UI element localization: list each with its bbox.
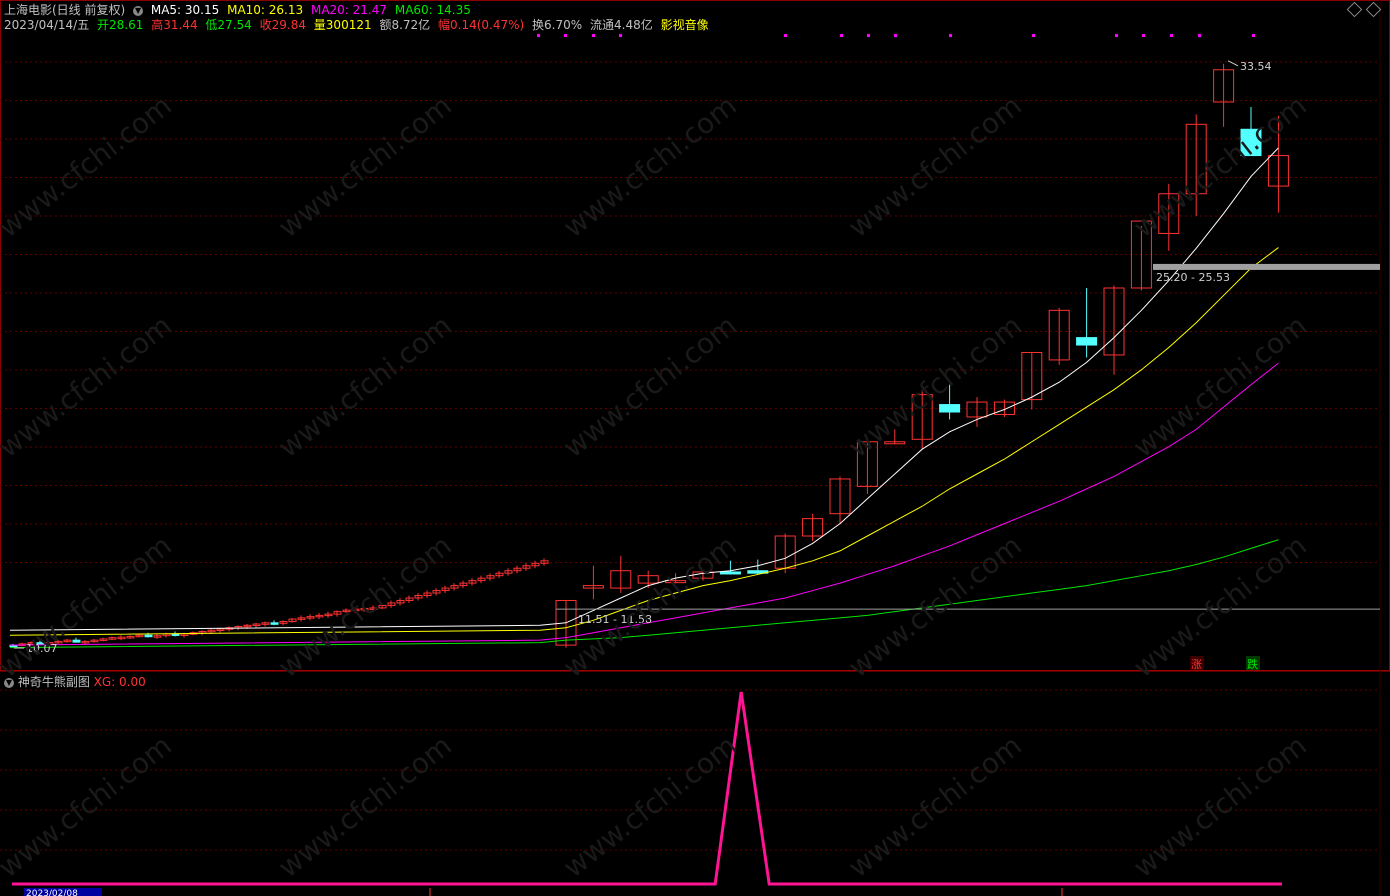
sector-label[interactable]: 影视音像	[661, 18, 709, 32]
close-label: 收29.84	[259, 18, 306, 32]
candle	[171, 633, 180, 636]
xg-signal-line	[12, 691, 1282, 886]
signal-dot	[564, 34, 567, 37]
signal-dot	[1252, 34, 1255, 37]
float-label: 流通4.48亿	[590, 18, 653, 32]
amount-label: 额8.72亿	[379, 18, 431, 32]
ma5-label: MA5: 30.15	[150, 3, 220, 17]
signal-dot	[949, 34, 952, 37]
dropdown-icon[interactable]: ▼	[133, 5, 144, 16]
sub-panel-title[interactable]: 神奇牛熊副图	[18, 675, 90, 689]
candle	[939, 404, 961, 413]
candle	[719, 571, 741, 575]
xg-label: XG: 0.00	[93, 675, 146, 689]
signal-dot	[1115, 34, 1118, 37]
ma5-line	[9, 147, 1279, 631]
candle	[72, 639, 81, 643]
signal-dot	[784, 34, 787, 37]
open-label: 开28.61	[97, 18, 144, 32]
zone-bar-upper	[1153, 263, 1380, 270]
change-label: 幅0.14(0.47%)	[438, 18, 525, 32]
candle	[270, 622, 279, 625]
signal-dot	[1170, 34, 1173, 37]
ma60-label: MA60: 14.35	[394, 3, 471, 17]
signal-dot	[619, 34, 622, 37]
signal-dot	[1198, 34, 1201, 37]
high-mark-label: 33.54	[1240, 60, 1272, 73]
up-tag: 涨	[1191, 658, 1202, 671]
stock-name[interactable]: 上海电影(日线 前复权)	[4, 3, 125, 17]
signal-dot	[1142, 34, 1145, 37]
ma20-line	[9, 362, 1279, 646]
volume-label: 量300121	[313, 18, 372, 32]
signal-dot	[840, 34, 843, 37]
signal-dot	[867, 34, 870, 37]
signal-dot	[592, 34, 595, 37]
stock-chart[interactable]: 25.20 - 25.53 11.51 - 11.58 33.54 10.07 涨 跌 20…	[0, 0, 1390, 896]
zone2-label: 11.51 - 11.58	[578, 613, 652, 626]
date-cursor-label: 2023/02/08	[26, 889, 78, 896]
signal-dot	[537, 34, 540, 37]
ma20-label: MA20: 21.47	[310, 3, 388, 17]
sub-panel-header: ▼ 神奇牛熊副图 XG: 0.00	[4, 673, 146, 690]
header-line-2: 2023/04/14/五 开28.61 高31.44 低27.54 收29.84…	[4, 18, 713, 32]
signal-dot	[894, 34, 897, 37]
high-label: 高31.44	[151, 18, 198, 32]
zone1-label: 25.20 - 25.53	[1156, 271, 1230, 284]
header-line-1: 上海电影(日线 前复权) ▼ MA5: 30.15 MA10: 26.13 MA…	[4, 3, 475, 17]
low-label: 低27.54	[205, 18, 252, 32]
turnover-label: 换6.70%	[532, 18, 583, 32]
signal-dot	[1032, 34, 1035, 37]
ma10-label: MA10: 26.13	[227, 3, 304, 17]
date-label: 2023/04/14/五	[4, 18, 90, 32]
low-mark-label: 10.07	[26, 642, 58, 655]
ma10-line	[9, 247, 1279, 636]
candle	[1076, 337, 1098, 346]
candle	[144, 634, 153, 638]
down-tag: 跌	[1247, 657, 1258, 671]
sub-dropdown-icon[interactable]: ▼	[4, 677, 14, 688]
candle	[1240, 128, 1262, 157]
